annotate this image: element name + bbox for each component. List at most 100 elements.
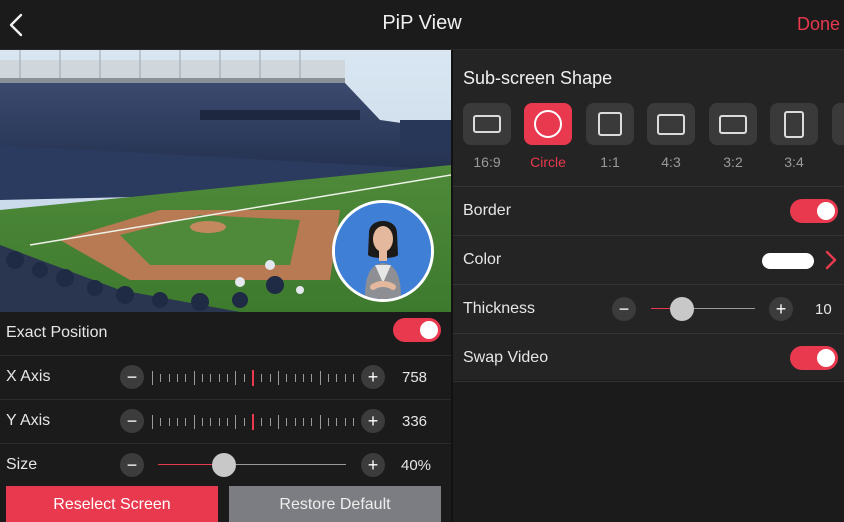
ruler-tick: [243, 374, 245, 382]
pip-overlay[interactable]: [332, 200, 434, 302]
shape-label: 1:1: [600, 154, 620, 170]
size-slider-handle[interactable]: [212, 453, 236, 477]
ruler-tick: [269, 418, 271, 426]
video-preview[interactable]: [0, 50, 451, 312]
shape-option-4-3[interactable]: 4:3: [647, 103, 695, 170]
thickness-row: Thickness − + 10: [453, 284, 844, 333]
swap-video-toggle[interactable]: [790, 346, 838, 370]
exact-position-toggle[interactable]: [393, 318, 441, 342]
size-minus-button[interactable]: −: [120, 453, 144, 477]
size-slider[interactable]: [158, 453, 346, 477]
ruler-tick: [226, 418, 228, 426]
y-axis-ruler[interactable]: [152, 413, 354, 431]
chevron-right-icon[interactable]: [824, 250, 838, 270]
ruler-tick: [277, 415, 279, 429]
x-axis-value: 758: [402, 369, 428, 386]
plus-icon: +: [367, 367, 379, 387]
size-plus-button[interactable]: +: [361, 453, 385, 477]
ruler-tick: [201, 418, 203, 426]
plus-icon: +: [367, 411, 379, 431]
ruler-tick: [344, 374, 346, 382]
shape-option-16-9[interactable]: 16:9: [463, 103, 511, 170]
shape-option-1-1[interactable]: 1:1: [586, 103, 634, 170]
color-label: Color: [463, 251, 502, 268]
shape-label: 3:4: [784, 154, 804, 170]
minus-icon: −: [126, 411, 138, 431]
position-controls: Exact Position X Axis − + 758 Y Axis − +…: [0, 312, 451, 488]
exact-position-row: Exact Position: [0, 312, 451, 356]
ruler-tick: [185, 418, 187, 426]
section-title: Sub-screen Shape: [463, 68, 613, 88]
ruler-tick: [311, 418, 313, 426]
reselect-screen-button[interactable]: Reselect Screen: [6, 486, 218, 522]
shape-option-3-2[interactable]: 3:2: [709, 103, 757, 170]
shape-tile: [524, 103, 572, 145]
ruler-tick: [294, 418, 296, 426]
done-button[interactable]: Done: [797, 14, 840, 35]
minus-icon: −: [126, 455, 138, 475]
circle-icon: [534, 110, 562, 138]
shape-option-3-4[interactable]: 3:4: [770, 103, 818, 170]
ruler-tick: [302, 418, 304, 426]
ruler-tick: [286, 374, 288, 382]
color-swatch[interactable]: [762, 253, 814, 269]
ruler-tick: [277, 371, 279, 385]
top-bar: PiP View Done: [0, 0, 844, 50]
ruler-tick: [261, 418, 263, 426]
thickness-slider-handle[interactable]: [670, 297, 694, 321]
border-row: Border: [453, 186, 844, 235]
ruler-tick: [286, 418, 288, 426]
ruler-tick: [176, 418, 178, 426]
color-row: Color: [453, 235, 844, 284]
ruler-tick: [294, 374, 296, 382]
shape-label: 3:2: [723, 154, 743, 170]
ruler-tick: [210, 418, 212, 426]
y-axis-minus-button[interactable]: −: [120, 409, 144, 433]
ruler-tick: [243, 418, 245, 426]
ruler-tick: [193, 415, 195, 429]
ruler-tick: [327, 374, 329, 382]
shape-tile: [770, 103, 818, 145]
shape-options: 16:9 Circle 1:1 4:3 3:2 3:4: [463, 103, 844, 183]
thickness-slider[interactable]: [651, 297, 755, 321]
ruler-tick: [193, 371, 195, 385]
ruler-tick: [201, 374, 203, 382]
ruler-tick: [152, 371, 153, 385]
shape-tile: [463, 103, 511, 145]
swap-video-row: Swap Video: [453, 333, 844, 382]
ruler-tick: [269, 374, 271, 382]
square-icon: [598, 112, 622, 136]
y-axis-plus-button[interactable]: +: [361, 409, 385, 433]
x-axis-plus-button[interactable]: +: [361, 365, 385, 389]
shape-option-more[interactable]: [832, 103, 844, 145]
plus-icon: +: [367, 455, 379, 475]
restore-default-button[interactable]: Restore Default: [229, 486, 441, 522]
ruler-tick: [152, 415, 153, 429]
size-row: Size − + 40%: [0, 444, 451, 488]
thickness-minus-button[interactable]: −: [612, 297, 636, 321]
ruler-current-tick: [251, 414, 254, 430]
ruler-tick: [319, 371, 321, 385]
x-axis-minus-button[interactable]: −: [120, 365, 144, 389]
ruler-tick: [218, 418, 220, 426]
rectangle-icon: [719, 114, 747, 134]
border-toggle[interactable]: [790, 199, 838, 223]
x-axis-label: X Axis: [6, 368, 51, 385]
shape-tile: [647, 103, 695, 145]
x-axis-row: X Axis − + 758: [0, 356, 451, 400]
shape-option-circle[interactable]: Circle: [524, 103, 572, 170]
settings-panel: Sub-screen Shape 16:9 Circle 1:1 4:3 3:2…: [453, 50, 844, 382]
ruler-tick: [319, 415, 321, 429]
ruler-tick: [185, 374, 187, 382]
y-axis-row: Y Axis − + 336: [0, 400, 451, 444]
ruler-tick: [352, 418, 354, 426]
x-axis-ruler[interactable]: [152, 369, 354, 387]
minus-icon: −: [618, 299, 630, 319]
size-label: Size: [6, 456, 38, 473]
ruler-tick: [168, 374, 170, 382]
shape-tile: [586, 103, 634, 145]
rectangle-wide-icon: [473, 115, 501, 133]
ruler-tick: [336, 374, 338, 382]
thickness-plus-button[interactable]: +: [769, 297, 793, 321]
ruler-tick: [302, 374, 304, 382]
